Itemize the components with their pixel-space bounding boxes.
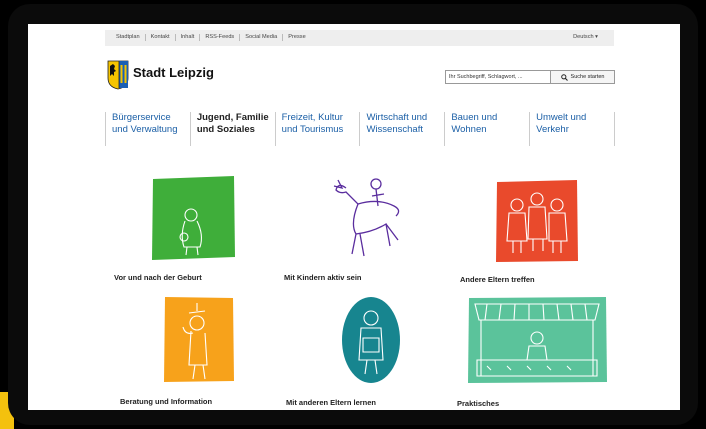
tile-label-activities[interactable]: Mit Kindern aktiv sein [284,273,362,282]
search-button-label: Suche starten [570,74,605,80]
nav-label-line1: Wirtschaft und [366,112,428,123]
search-button[interactable]: Suche starten [551,70,615,84]
nav-label-line2: Verkehr [536,123,569,135]
search-box: Ihr Suchbegriff, Schlagwort, ... Suche s… [445,70,615,84]
nav-wirtschaft[interactable]: Wirtschaft und Wissenschaft [360,112,446,146]
nav-label-line2: und Tourismus [281,123,344,135]
nav-label-line2: und Verwaltung [112,123,178,135]
link-inhalt[interactable]: Inhalt [176,34,201,41]
nav-freizeit-kultur[interactable]: Freizeit, Kultur und Tourismus [276,112,361,146]
link-social-media[interactable]: Social Media [240,34,284,41]
site-logo[interactable]: Stadt Leipzig [107,60,214,90]
tile-image-practical[interactable] [467,296,608,384]
tile-image-meet-parents[interactable] [495,179,579,263]
leipzig-crest-icon [107,60,129,90]
link-rss-feeds[interactable]: RSS-Feeds [200,34,241,41]
tile-label-birth[interactable]: Vor und nach der Geburt [114,273,202,282]
link-kontakt[interactable]: Kontakt [146,34,176,41]
nav-umwelt-verkehr[interactable]: Umwelt und Verkehr [530,112,615,146]
site-name: Stadt Leipzig [133,64,214,80]
nav-label-line2: Wissenschaft [366,123,423,135]
tile-image-counseling[interactable] [163,295,235,383]
tile-image-birth[interactable] [150,175,236,261]
main-navigation: Bürgerservice und Verwaltung Jugend, Fam… [105,112,615,146]
link-stadtplan[interactable]: Stadtplan [111,34,146,41]
nav-label-line1: Umwelt und [536,112,587,123]
tile-label-counseling[interactable]: Beratung und Information [120,397,212,406]
tile-label-learn[interactable]: Mit anderen Eltern lernen [286,398,376,407]
tile-image-learn[interactable] [339,294,403,386]
tile-label-practical[interactable]: Praktisches [457,399,499,408]
nav-label-line1: Freizeit, Kultur [281,112,343,123]
nav-bauen-wohnen[interactable]: Bauen und Wohnen [445,112,531,146]
browser-screen: Stadtplan Kontakt Inhalt RSS-Feeds Socia… [28,24,680,410]
nav-label-line2: und Soziales [196,123,255,135]
language-select[interactable]: Deutsch ▾ [573,34,598,41]
nav-jugend-familie[interactable]: Jugend, Familie und Soziales [191,112,276,146]
service-bar: Stadtplan Kontakt Inhalt RSS-Feeds Socia… [105,30,614,46]
nav-label-line2: Wohnen [451,123,487,135]
nav-label-line1: Jugend, Familie [196,112,269,123]
nav-buergerservice[interactable]: Bürgerservice und Verwaltung [105,112,191,146]
nav-label-line1: Bürgerservice [112,112,171,123]
search-input[interactable]: Ihr Suchbegriff, Schlagwort, ... [445,70,551,84]
search-icon [560,73,568,81]
tile-label-meet-parents[interactable]: Andere Eltern treffen [460,275,535,284]
tile-image-activities[interactable] [328,174,414,264]
service-links: Stadtplan Kontakt Inhalt RSS-Feeds Socia… [111,34,311,41]
nav-label-line1: Bauen und [451,112,498,123]
link-presse[interactable]: Presse [283,34,310,41]
